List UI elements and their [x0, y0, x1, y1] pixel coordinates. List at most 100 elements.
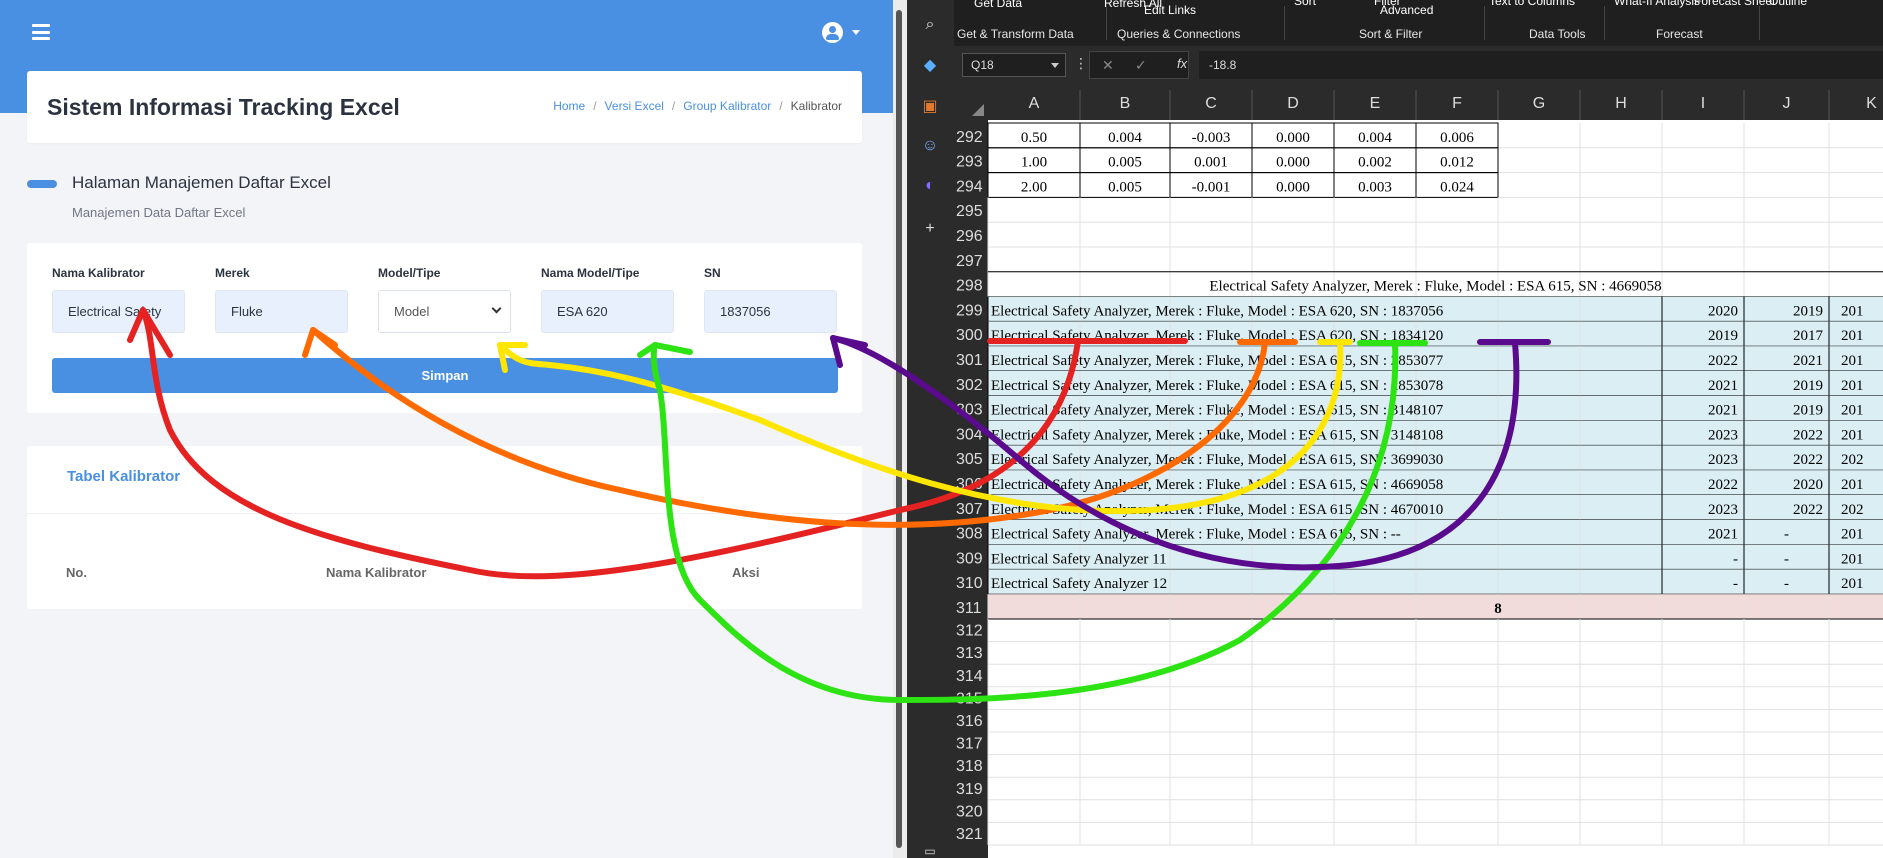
row-header-317[interactable]: 317 [956, 736, 983, 753]
hamburger-menu-icon[interactable] [32, 24, 50, 40]
row-header-299[interactable]: 299 [956, 302, 983, 319]
list-cell-301[interactable]: Electrical Safety Analyzer, Merek : Fluk… [991, 353, 1444, 369]
cell-j-303[interactable]: 2019 [1793, 403, 1823, 419]
cell-k-299[interactable]: 201 [1841, 303, 1864, 319]
breadcrumb-home[interactable]: Home [553, 99, 585, 113]
row-header-314[interactable]: 314 [956, 668, 983, 685]
cell[interactable]: 0.002 [1358, 155, 1392, 171]
outline-button[interactable]: Outline [1769, 0, 1807, 8]
plus-icon[interactable]: + [919, 218, 941, 240]
cell-j-307[interactable]: 2022 [1793, 502, 1823, 518]
cell-j-306[interactable]: 2020 [1793, 477, 1823, 493]
formula-input[interactable]: -18.8 [1199, 51, 1883, 79]
row-header-318[interactable]: 318 [956, 758, 983, 775]
toolbox-icon[interactable]: ▣ [919, 96, 941, 118]
list-cell-305[interactable]: Electrical Safety Analyzer, Merek : Fluk… [991, 452, 1443, 468]
row-header-305[interactable]: 305 [956, 451, 983, 468]
model-tipe-select[interactable]: Model [378, 290, 511, 333]
cell-i-300[interactable]: 2019 [1708, 328, 1738, 344]
list-cell-299[interactable]: Electrical Safety Analyzer, Merek : Fluk… [991, 303, 1444, 319]
cell[interactable]: 0.001 [1194, 155, 1228, 171]
column-header-f[interactable]: F [1452, 95, 1462, 112]
cell-k-302[interactable]: 201 [1841, 378, 1864, 394]
sheet-svg[interactable]: A B C D E F G H I J K292 0.50 0.004 -0.003 0.000 0.004 0… [954, 86, 1883, 858]
cell-i-305[interactable]: 2023 [1708, 452, 1738, 468]
cell[interactable]: 0.004 [1108, 130, 1142, 146]
cell[interactable]: 0.024 [1440, 179, 1474, 195]
sheet-canvas[interactable]: A B C D E F G H I J K 292 0.50 0.004 -0.003 0.000 0.004 0… [954, 86, 1883, 858]
column-header-k[interactable]: K [1866, 95, 1877, 112]
breadcrumb-group-kalibrator[interactable]: Group Kalibrator [683, 99, 771, 113]
cell[interactable]: 0.000 [1276, 155, 1310, 171]
cell[interactable]: 0.50 [1021, 130, 1047, 146]
column-header-e[interactable]: E [1370, 95, 1381, 112]
cell-i-302[interactable]: 2021 [1708, 378, 1738, 394]
row-header-302[interactable]: 302 [956, 377, 983, 394]
column-header-d[interactable]: D [1287, 95, 1299, 112]
name-box[interactable]: Q18 [962, 53, 1066, 77]
check-icon[interactable]: ✓ [1135, 57, 1147, 74]
column-header-c[interactable]: C [1205, 95, 1217, 112]
more-icon[interactable]: ⋮ [1074, 55, 1088, 72]
cell-k-300[interactable]: 201 [1841, 328, 1864, 344]
column-header-g[interactable]: G [1533, 95, 1545, 112]
cell-i-308[interactable]: 2021 [1708, 527, 1738, 543]
cell-i-301[interactable]: 2022 [1708, 353, 1738, 369]
row-header-316[interactable]: 316 [956, 713, 983, 730]
what-if-analysis-button[interactable]: What-If Analysis [1614, 0, 1700, 8]
cell[interactable]: 0.000 [1276, 130, 1310, 146]
sn-input[interactable]: 1837056 [704, 290, 837, 333]
insert-function-icon[interactable]: fx [1177, 56, 1187, 71]
table-header-no[interactable]: No. [66, 565, 87, 580]
cell[interactable]: 0.003 [1358, 179, 1392, 195]
row-header-320[interactable]: 320 [956, 803, 983, 820]
cell-j-310[interactable]: - [1784, 576, 1789, 592]
list-cell-308[interactable]: Electrical Safety Analyzer, Merek : Fluk… [991, 527, 1401, 543]
cell-j-304[interactable]: 2022 [1793, 427, 1823, 443]
list-cell-306[interactable]: Electrical Safety Analyzer, Merek : Fluk… [991, 477, 1443, 493]
row-header-306[interactable]: 306 [956, 476, 983, 493]
cell-i-306[interactable]: 2022 [1708, 477, 1738, 493]
row-header-293[interactable]: 293 [956, 154, 983, 171]
cell-j-305[interactable]: 2022 [1793, 452, 1823, 468]
search-icon[interactable]: ⌕ [919, 14, 941, 36]
cell[interactable]: -0.003 [1192, 130, 1231, 146]
scrollbar[interactable] [896, 10, 902, 848]
get-data-button[interactable]: Get Data [974, 0, 1022, 10]
cell-j-308[interactable]: - [1784, 527, 1789, 543]
column-header-j[interactable]: J [1783, 95, 1791, 112]
user-menu[interactable] [822, 22, 866, 44]
cell[interactable]: 0.012 [1440, 155, 1474, 171]
cell-j-299[interactable]: 2019 [1793, 303, 1823, 319]
list-cell-309[interactable]: Electrical Safety Analyzer 11 [991, 551, 1167, 567]
list-cell-303[interactable]: Electrical Safety Analyzer, Merek : Fluk… [991, 403, 1444, 419]
people-icon[interactable]: ☺ [919, 135, 941, 157]
cell[interactable]: 0.006 [1440, 130, 1474, 146]
cell-k-308[interactable]: 201 [1841, 527, 1864, 543]
tag-icon[interactable]: ◆ [919, 55, 941, 77]
list-cell-304[interactable]: Electrical Safety Analyzer, Merek : Fluk… [991, 427, 1443, 443]
cell-k-307[interactable]: 202 [1841, 502, 1864, 518]
cell-i-309[interactable]: - [1733, 551, 1738, 567]
row-header-309[interactable]: 309 [956, 550, 983, 567]
row-header-310[interactable]: 310 [956, 575, 983, 592]
row-header-304[interactable]: 304 [956, 426, 983, 443]
column-header-a[interactable]: A [1029, 95, 1040, 112]
row-header-300[interactable]: 300 [956, 327, 983, 344]
list-cell-302[interactable]: Electrical Safety Analyzer, Merek : Fluk… [991, 378, 1443, 394]
forecast-sheet-button[interactable]: Forecast Sheet [1694, 0, 1775, 8]
cell-i-299[interactable]: 2020 [1708, 303, 1738, 319]
row-header-297[interactable]: 297 [956, 253, 983, 270]
list-cell-310[interactable]: Electrical Safety Analyzer 12 [991, 576, 1167, 592]
edit-links-button[interactable]: Edit Links [1144, 3, 1196, 17]
row-header-298[interactable]: 298 [956, 278, 983, 295]
cancel-icon[interactable]: ✕ [1102, 57, 1114, 74]
row-header-315[interactable]: 315 [956, 690, 983, 707]
cell-i-303[interactable]: 2021 [1708, 403, 1738, 419]
cell[interactable]: 0.005 [1108, 179, 1142, 195]
sidebar-toggle-icon[interactable]: ▭ [919, 840, 941, 858]
cell[interactable]: 1.00 [1021, 155, 1047, 171]
text-to-columns-button[interactable]: Text to Columns [1489, 0, 1575, 8]
cell-k-309[interactable]: 201 [1841, 551, 1864, 567]
cell-k-310[interactable]: 201 [1841, 576, 1864, 592]
